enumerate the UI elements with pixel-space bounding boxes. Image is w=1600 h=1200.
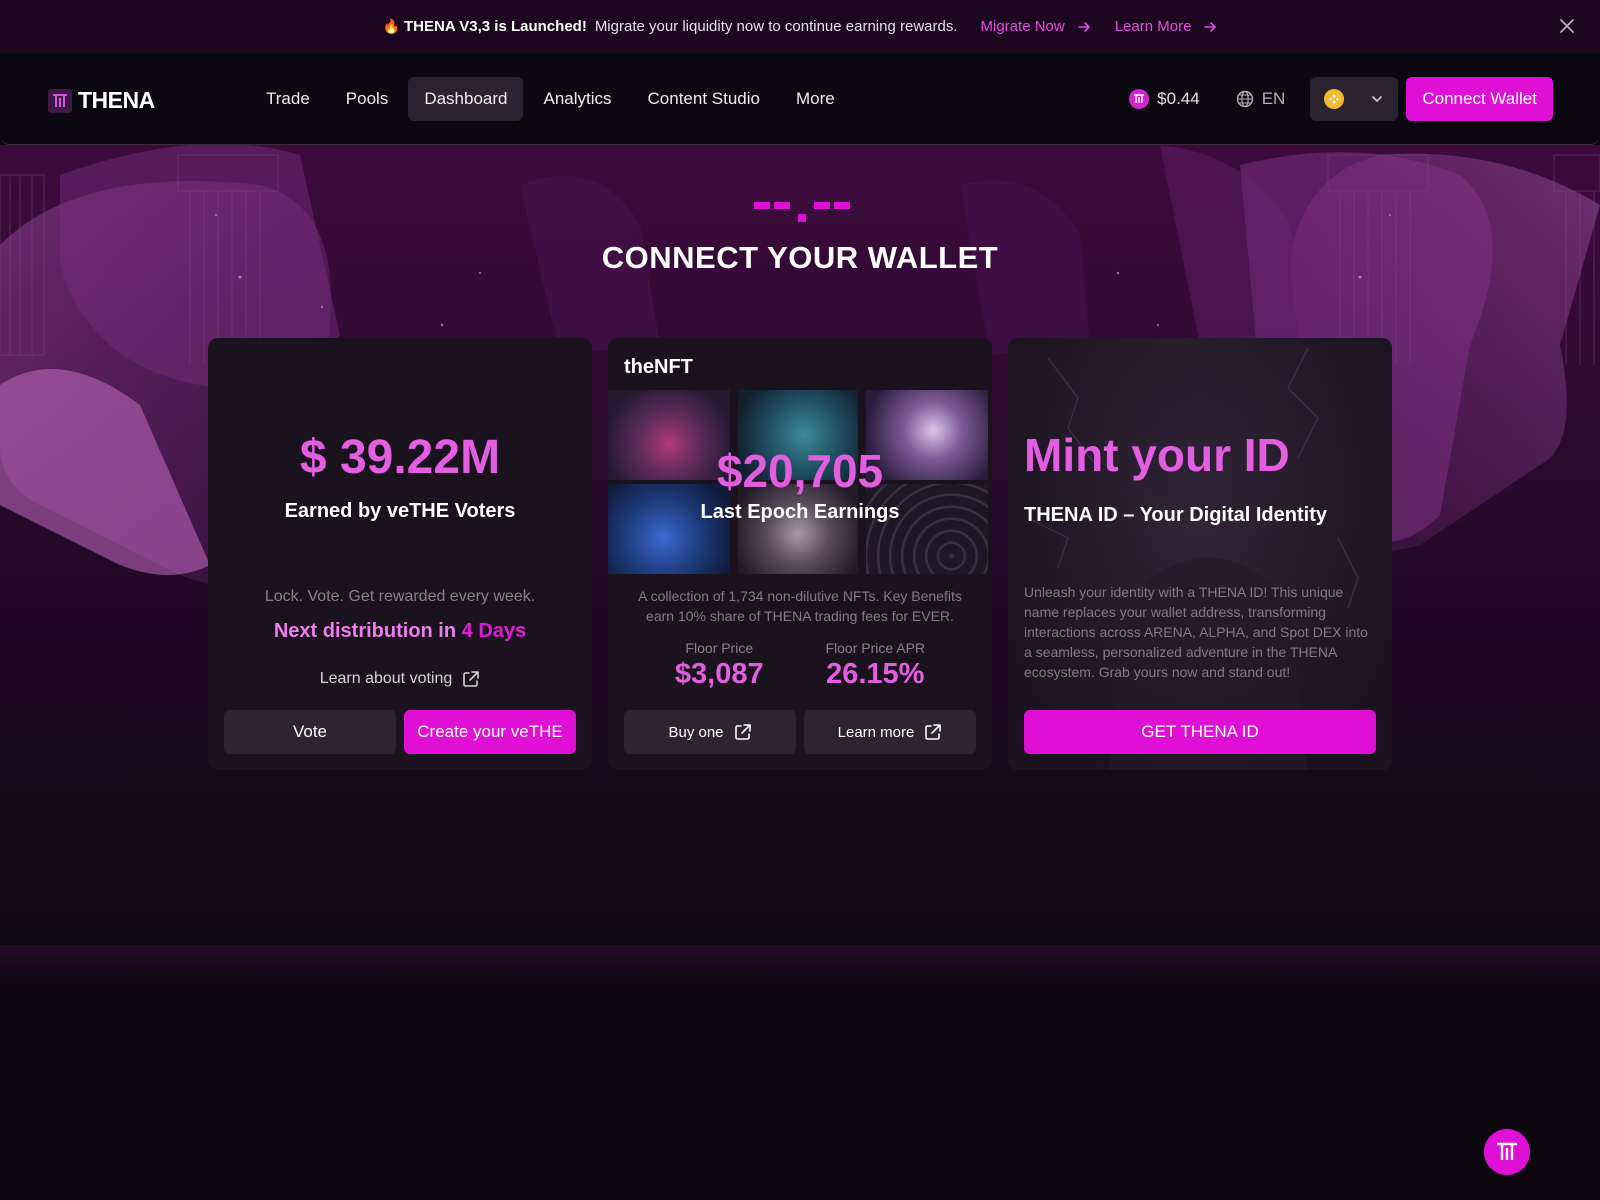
top-navbar: THENA Trade Pools Dashboard Analytics Co… <box>0 53 1600 145</box>
main-nav: Trade Pools Dashboard Analytics Content … <box>250 77 855 121</box>
buy-one-label: Buy one <box>668 723 724 741</box>
nft-card-heading: theNFT <box>624 356 693 378</box>
nft-stats: Floor Price $3,087 Floor Price APR 26.15… <box>608 640 992 691</box>
learn-more-button[interactable]: Learn more <box>804 710 976 754</box>
voters-tagline: Lock. Vote. Get rewarded every week. <box>264 588 536 605</box>
bnb-chain-icon <box>1324 89 1345 109</box>
nft-epoch-earnings-label: Last Epoch Earnings <box>700 501 900 523</box>
network-selector[interactable] <box>1310 77 1399 121</box>
arrow-right-icon <box>1077 21 1090 32</box>
voters-earned-caption: Earned by veTHE Voters <box>284 500 516 522</box>
chat-support-button[interactable] <box>1484 1129 1530 1175</box>
mint-id-card: Mint your ID THENA ID – Your Digital Ide… <box>1008 338 1392 770</box>
learn-more-label: Learn More <box>1114 18 1192 35</box>
learn-about-voting-label: Learn about voting <box>319 670 453 687</box>
floor-apr-stat: Floor Price APR 26.15% <box>825 640 925 691</box>
loading-placeholder <box>754 202 850 222</box>
floor-apr-value: 26.15% <box>826 658 925 690</box>
header-tools: $0.44 EN Connect Wallet <box>1129 77 1553 121</box>
learn-more-button-label: Learn more <box>837 723 915 741</box>
floor-price-label: Floor Price <box>685 640 754 656</box>
close-icon[interactable] <box>1558 17 1576 35</box>
external-link-icon <box>734 724 751 740</box>
thena-chat-icon <box>1497 1142 1517 1160</box>
nft-epoch-earnings: $20,705 <box>716 445 884 497</box>
get-thena-id-button[interactable]: GET THENA ID <box>1024 710 1376 754</box>
nav-more[interactable]: More <box>780 77 851 121</box>
nav-dashboard[interactable]: Dashboard <box>408 77 524 121</box>
announcement-bar: 🔥 THENA V3,3 is Launched! Migrate your l… <box>0 0 1600 53</box>
nft-description: A collection of 1,734 non-dilutive NFTs.… <box>638 588 962 624</box>
nav-analytics[interactable]: Analytics <box>527 77 627 121</box>
mint-card-background <box>1008 338 1392 770</box>
voters-earned-amount: $ 39.22M <box>299 431 501 484</box>
globe-icon <box>1236 90 1253 108</box>
next-distribution: Next distribution in 4 Days <box>208 620 592 643</box>
nav-trade[interactable]: Trade <box>250 77 326 121</box>
floor-price-stat: Floor Price $3,087 <box>675 640 764 691</box>
announcement-headline: THENA V3,3 is Launched! <box>404 18 587 35</box>
mint-id-title: Mint your ID <box>1024 429 1290 481</box>
learn-more-link[interactable]: Learn More <box>1115 18 1218 35</box>
announcement-message: Migrate your liquidity now to continue e… <box>594 18 958 35</box>
thena-logo[interactable]: THENA <box>48 87 155 114</box>
chevron-down-icon <box>1372 96 1383 103</box>
next-distribution-prefix: Next distribution in <box>273 620 457 642</box>
nav-content-studio[interactable]: Content Studio <box>632 77 776 121</box>
brand-name: THENA <box>78 87 155 113</box>
lightning-art <box>1027 347 1359 770</box>
voters-card: $ 39.22M Earned by veTHE Voters Lock. Vo… <box>208 338 592 770</box>
create-vethe-button[interactable]: Create your veTHE <box>404 710 576 754</box>
thena-coin-icon <box>1129 89 1150 109</box>
vote-button[interactable]: Vote <box>224 710 396 754</box>
floor-price-value: $3,087 <box>674 658 764 690</box>
nav-pools[interactable]: Pools <box>330 77 405 121</box>
fire-icon: 🔥 <box>382 18 400 34</box>
nft-actions: Buy one Learn more <box>624 710 976 754</box>
mint-actions: GET THENA ID <box>1024 710 1376 754</box>
arrow-right-icon <box>1204 21 1217 32</box>
voters-actions: Vote Create your veTHE <box>224 710 576 754</box>
mint-id-subtitle: THENA ID – Your Digital Identity <box>1024 504 1327 526</box>
external-link-icon <box>925 724 942 740</box>
token-price-value: $0.44 <box>1157 89 1200 108</box>
page-title: CONNECT YOUR WALLET <box>601 240 999 275</box>
learn-about-voting-link[interactable]: Learn about voting <box>208 670 592 688</box>
footer-glow <box>0 945 1600 985</box>
language-selector[interactable]: EN <box>1236 89 1286 109</box>
migrate-now-label: Migrate Now <box>980 18 1065 35</box>
token-price[interactable]: $0.44 <box>1129 89 1200 109</box>
language-label: EN <box>1261 89 1286 108</box>
floor-apr-label: Floor Price APR <box>825 640 926 656</box>
thena-logo-icon <box>48 88 72 113</box>
external-link-icon <box>463 671 480 687</box>
nft-card: theNFT $20,705 Last Epoch Earnings A col… <box>608 338 992 770</box>
next-distribution-days: 4 Days <box>461 620 527 642</box>
buy-one-button[interactable]: Buy one <box>624 710 796 754</box>
migrate-now-link[interactable]: Migrate Now <box>981 18 1091 35</box>
connect-wallet-button[interactable]: Connect Wallet <box>1406 77 1553 121</box>
mint-id-description: Unleash your identity with a THENA ID! T… <box>1024 584 1368 680</box>
